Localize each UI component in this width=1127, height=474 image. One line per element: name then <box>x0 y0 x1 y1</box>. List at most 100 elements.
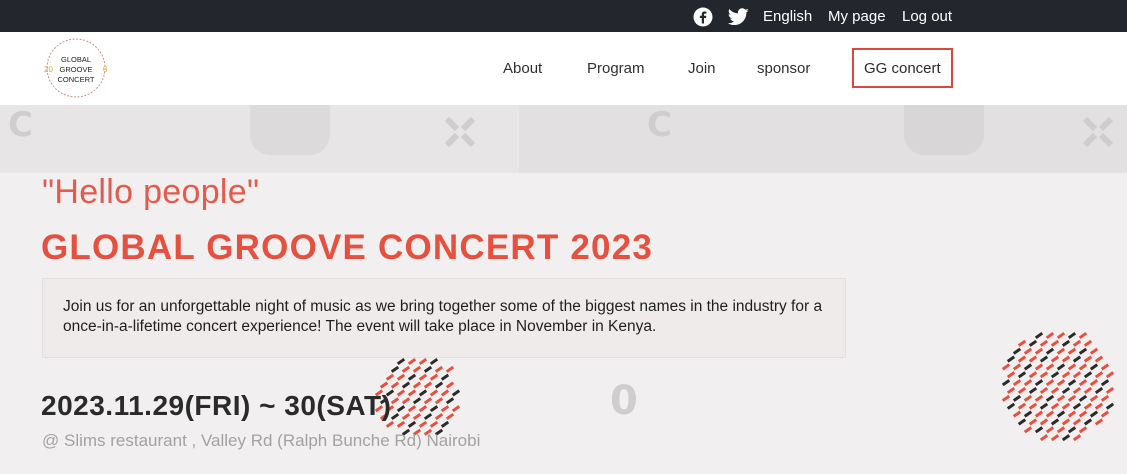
pattern-dash <box>1028 371 1038 379</box>
pattern-dash <box>1028 339 1038 347</box>
pattern-dash <box>451 389 461 397</box>
decorative-zero: 0 <box>610 378 638 424</box>
pattern-dash <box>440 373 450 381</box>
pattern-dash <box>401 412 411 421</box>
pattern-dash <box>1083 355 1093 363</box>
pattern-dash <box>1039 339 1049 347</box>
nav-item-sponsor[interactable]: sponsor <box>757 32 810 105</box>
pattern-dash <box>1045 394 1055 402</box>
main-navbar: GLOBAL GROOVE CONCERT 20 0 About Program… <box>0 32 1127 105</box>
pattern-dash <box>1078 426 1088 434</box>
hero-title: GLOBAL GROOVE CONCERT 2023 <box>41 228 654 267</box>
site-logo[interactable]: GLOBAL GROOVE CONCERT 20 0 <box>38 36 114 100</box>
pattern-dash <box>407 405 417 413</box>
pattern-dash <box>1012 347 1022 355</box>
pattern-dash <box>412 412 422 421</box>
pattern-dash <box>1023 347 1033 355</box>
pattern-dash <box>1078 379 1088 387</box>
pattern-dash <box>1094 355 1104 363</box>
background-c-glyph: C <box>647 105 672 145</box>
pattern-dash <box>1050 434 1060 442</box>
nav-item-about[interactable]: About <box>503 32 542 105</box>
pattern-dash <box>1006 402 1016 410</box>
pattern-dash <box>1089 394 1099 402</box>
pattern-dash <box>1039 434 1049 442</box>
pattern-dash <box>1050 386 1060 395</box>
pattern-dash <box>434 381 444 389</box>
pattern-dash <box>1023 379 1033 387</box>
pattern-dash <box>1067 394 1077 402</box>
pattern-dash <box>1083 402 1093 410</box>
pattern-dash <box>1078 394 1088 402</box>
pattern-dash <box>445 381 455 389</box>
pattern-dash <box>1017 418 1027 426</box>
pattern-dash <box>1105 386 1115 395</box>
pattern-dash <box>1056 394 1066 402</box>
pattern-dash <box>1039 386 1049 395</box>
pattern-dash <box>1094 402 1104 410</box>
pattern-dash <box>1034 410 1044 418</box>
pattern-dash <box>423 381 433 389</box>
pattern-dash <box>1039 418 1049 426</box>
nav-item-gg-concert[interactable]: GG concert <box>852 48 953 88</box>
language-link[interactable]: English <box>763 8 812 25</box>
pattern-dash <box>1061 402 1071 410</box>
pattern-dash <box>1034 394 1044 402</box>
pattern-dash <box>1072 434 1082 442</box>
pattern-dash <box>1078 363 1088 371</box>
pattern-dash <box>1083 386 1093 395</box>
pattern-dash <box>1067 331 1077 340</box>
pattern-dash <box>1023 426 1033 434</box>
pattern-dash <box>434 397 444 405</box>
pattern-dash <box>1078 347 1088 355</box>
pattern-dash <box>1028 418 1038 426</box>
pattern-dash <box>1100 410 1110 418</box>
pattern-dash <box>390 397 400 405</box>
twitter-icon[interactable] <box>727 7 749 27</box>
pattern-dash <box>1072 402 1082 410</box>
pattern-dash <box>1017 386 1027 395</box>
pattern-dash <box>1028 355 1038 363</box>
background-c-glyph: C <box>8 105 33 145</box>
pattern-dash <box>396 373 406 381</box>
nav-item-join[interactable]: Join <box>688 32 716 105</box>
mypage-link[interactable]: My page <box>828 8 886 25</box>
pattern-dash <box>1089 347 1099 355</box>
pattern-dash <box>1105 371 1115 379</box>
pattern-dash <box>1050 402 1060 410</box>
pattern-dash <box>1105 402 1115 410</box>
pattern-dash <box>1100 363 1110 371</box>
logo-right-digits: 0 <box>103 65 108 74</box>
pattern-dash <box>1039 371 1049 379</box>
hero-background-left: C <box>0 105 519 173</box>
pattern-dash <box>1023 410 1033 418</box>
pattern-dash <box>1078 410 1088 418</box>
pattern-dash <box>1061 434 1071 442</box>
pattern-dash <box>423 412 433 421</box>
twitter-icon-svg <box>727 8 749 26</box>
pattern-dash <box>434 365 444 373</box>
pattern-dash <box>1034 379 1044 387</box>
pattern-dash <box>418 389 428 397</box>
pattern-dash <box>418 373 428 381</box>
logo-line1: GLOBAL <box>61 55 91 64</box>
pattern-dash <box>407 389 417 397</box>
facebook-icon[interactable] <box>693 7 713 27</box>
pattern-dash <box>1045 410 1055 418</box>
pattern-dash <box>1089 363 1099 371</box>
pattern-dash <box>1083 418 1093 426</box>
pattern-dash <box>1028 402 1038 410</box>
pattern-dash <box>423 365 433 373</box>
pattern-dash <box>434 412 444 421</box>
pattern-dash <box>451 405 461 413</box>
pattern-dash <box>1050 339 1060 347</box>
background-x-mark <box>1082 116 1114 148</box>
pattern-dash <box>1012 394 1022 402</box>
nav-item-program[interactable]: Program <box>587 32 645 105</box>
pattern-dash <box>1045 347 1055 355</box>
pattern-dash <box>1072 418 1082 426</box>
pattern-dash <box>1100 394 1110 402</box>
event-venue: @ Slims restaurant , Valley Rd (Ralph Bu… <box>42 431 481 450</box>
logout-link[interactable]: Log out <box>902 8 952 25</box>
pattern-dash <box>1067 410 1077 418</box>
